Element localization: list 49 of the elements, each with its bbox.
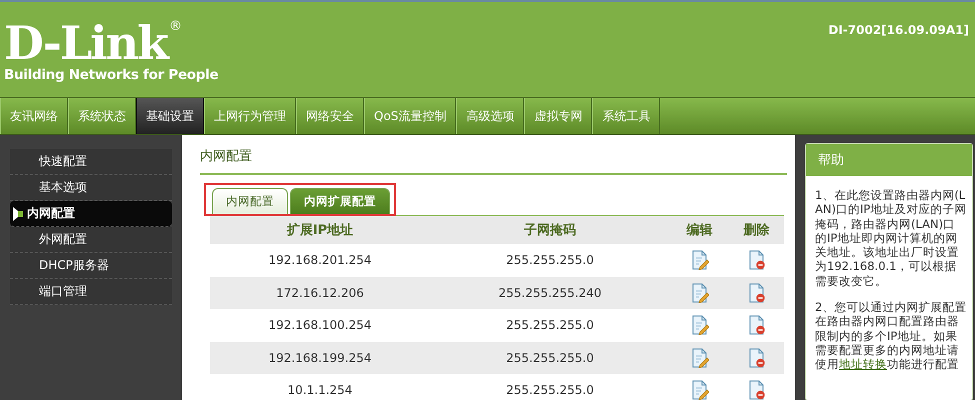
sidebar-item[interactable]: 快速配置 [10,149,172,175]
menu-tab[interactable]: 友讯网络 [0,98,68,134]
sidebar-item[interactable]: 外网配置 [10,227,172,253]
menu-tab[interactable]: 上网行为管理 [204,98,296,134]
tab[interactable]: 内网配置 [212,188,288,214]
table-cell-text: 255.255.255.0 [505,253,595,268]
delete-icon[interactable] [748,282,766,303]
firmware-version: DI-7002[16.09.09A1] [828,23,969,39]
delete-icon[interactable] [748,250,766,270]
table-cell-text: 192.168.201.254 [267,253,373,268]
sidebar-item[interactable]: DHCP服务器 [10,253,172,279]
edit-icon[interactable] [690,250,708,270]
registered-mark: ® [168,19,182,34]
sidebar-item[interactable]: 端口管理 [10,279,172,305]
column-header: 子网掩码 [523,222,577,239]
edit-icon[interactable] [690,282,708,303]
help-title: 帮助 [806,144,972,176]
menu-tab[interactable]: 高级选项 [456,98,524,134]
menu-tab[interactable]: QoS流量控制 [364,98,456,134]
column-header: 编辑 [685,222,714,239]
table-cell-text: 255.255.255.0 [505,318,595,332]
edit-icon[interactable] [690,348,708,368]
table-cell-text: 172.16.12.206 [275,286,365,300]
menu-tab[interactable]: 网络安全 [296,98,364,134]
help-text: 1、在此您设置路由器内网(LAN)口的IP地址及对应的子网掩码，路由器内网(LAN)口的IP地址即内网计算机的网关地址。该地址出厂时设置为192.168.0.1，可以根据需要改变它。 [815,188,967,288]
table-cell-text: 255.255.255.0 [505,383,595,398]
menu-tab[interactable]: 基础设置 [136,98,204,134]
table-cell-text: 10.1.1.254 [286,383,354,398]
sidebar-item[interactable]: 内网配置 [10,201,172,227]
sidebar-item[interactable]: 基本选项 [10,175,172,201]
column-header: 扩展IP地址 [286,222,354,239]
section-title: 内网配置 [200,135,787,175]
edit-icon[interactable] [690,315,708,336]
help-text: 2、您可以通过内网扩展配置在路由器内网口配置路由器限制内的多个IP地址。如果需要配置更多的内网地址请使用地址转换功能进行配置 [815,300,967,372]
tagline: Building Networks for People [4,67,218,83]
menu-tab[interactable]: 虚拟专网 [524,98,592,134]
delete-icon[interactable] [748,315,766,336]
table-cell-text: 255.255.255.0 [505,350,595,365]
edit-icon[interactable] [690,380,708,400]
tab[interactable]: 内网扩展配置 [290,188,390,214]
help-link[interactable]: 地址转换 [839,357,887,372]
table-cell-text: 255.255.255.240 [497,286,603,300]
logo: D-Link [4,19,167,67]
delete-icon[interactable] [748,380,766,400]
menu-tab[interactable]: 系统工具 [592,98,660,134]
delete-icon[interactable] [748,348,766,368]
table-cell-text: 192.168.199.254 [267,350,373,365]
column-header: 删除 [742,222,770,239]
table-cell-text: 192.168.100.254 [267,318,373,332]
